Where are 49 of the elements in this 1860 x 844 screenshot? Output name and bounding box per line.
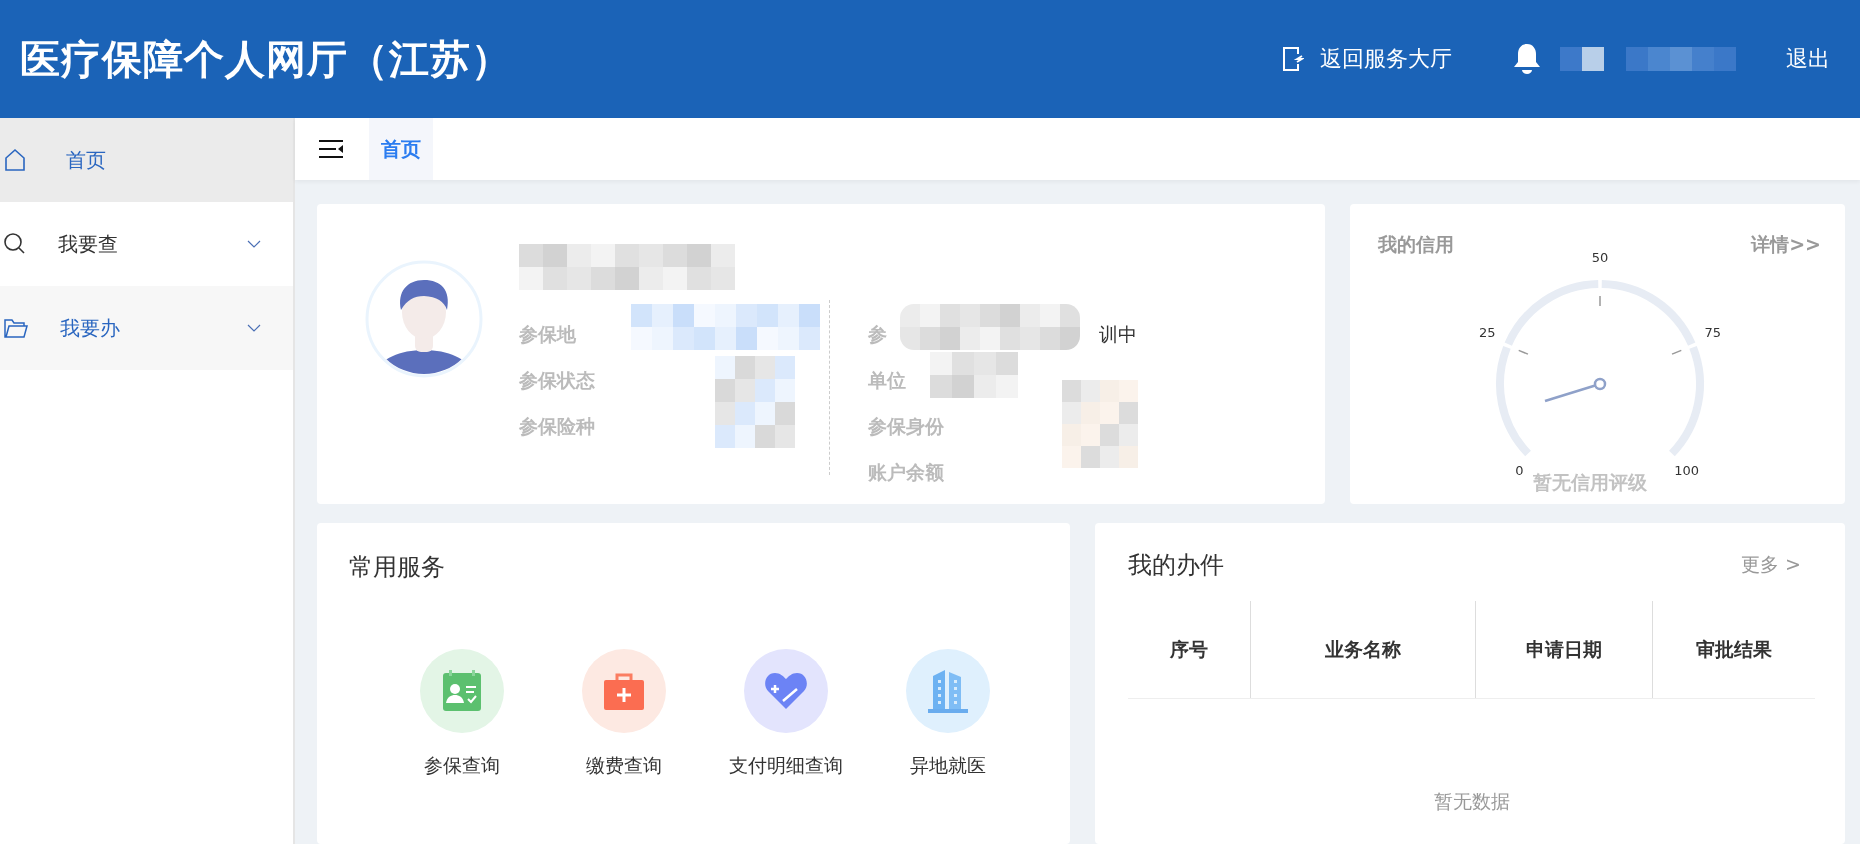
column-header: 审批结果 xyxy=(1652,601,1815,698)
heart-icon xyxy=(763,671,809,711)
field-label: 参保地 xyxy=(519,322,576,347)
field-label: 参保状态 xyxy=(519,368,595,393)
exit-door-icon xyxy=(1282,46,1304,72)
menu-collapse-icon[interactable] xyxy=(319,139,343,159)
card-title: 常用服务 xyxy=(349,552,446,583)
field-value: 训中 xyxy=(1099,322,1137,347)
chevron-down-icon xyxy=(247,324,261,332)
gauge-needle xyxy=(1544,377,1606,403)
avatar-silhouette-icon xyxy=(365,260,483,378)
field-label: 参保身份 xyxy=(868,414,944,439)
building-icon xyxy=(926,668,970,714)
back-to-hall-link[interactable]: 返回服务大厅 xyxy=(1282,44,1452,74)
gauge-tick-label: 50 xyxy=(1591,250,1608,265)
card-title: 我的办件 xyxy=(1128,550,1224,581)
service-item[interactable]: 缴费查询 xyxy=(571,649,677,779)
field-label: 参保险种 xyxy=(519,414,595,439)
tab[interactable]: 首页 xyxy=(369,118,433,180)
empty-message: 暂无数据 xyxy=(1432,789,1511,814)
gauge-tick xyxy=(1517,349,1529,355)
credit-status: 暂无信用评级 xyxy=(1532,470,1647,495)
field-label: 账户余额 xyxy=(868,460,944,485)
service-item[interactable]: 异地就医 xyxy=(895,649,1001,779)
id-card-icon xyxy=(441,669,483,713)
sidebar-item[interactable]: 我要查 xyxy=(0,202,293,286)
gauge-tick xyxy=(1598,295,1601,307)
service-item[interactable]: 参保查询 xyxy=(409,649,515,779)
notification-bell-icon[interactable] xyxy=(1512,42,1542,76)
gauge-tick-label: 0 xyxy=(1514,462,1523,478)
chevron-down-icon xyxy=(247,240,261,248)
column-header: 业务名称 xyxy=(1250,601,1475,698)
gauge-tick-label: 100 xyxy=(1673,462,1699,478)
card-title: 我的信用 xyxy=(1378,232,1454,257)
home-icon xyxy=(4,148,26,172)
medical-kit-icon xyxy=(602,671,646,711)
column-header: 申请日期 xyxy=(1475,601,1652,698)
sidebar-item[interactable]: 我要办 xyxy=(0,286,293,370)
field-label: 单位 xyxy=(868,368,906,393)
field-label: 参 xyxy=(868,322,887,347)
gauge-tick xyxy=(1670,349,1682,355)
search-icon xyxy=(4,232,26,256)
column-header: 序号 xyxy=(1169,636,1209,662)
gauge-tick-label: 25 xyxy=(1478,325,1496,341)
gauge-tick-label: 75 xyxy=(1703,325,1721,341)
site-title: 医疗保障个人网厅（江苏） xyxy=(20,34,512,84)
folder-icon xyxy=(4,317,28,339)
sidebar-item[interactable]: 首页 xyxy=(0,118,293,202)
logout-link[interactable]: 退出 xyxy=(1786,44,1830,74)
